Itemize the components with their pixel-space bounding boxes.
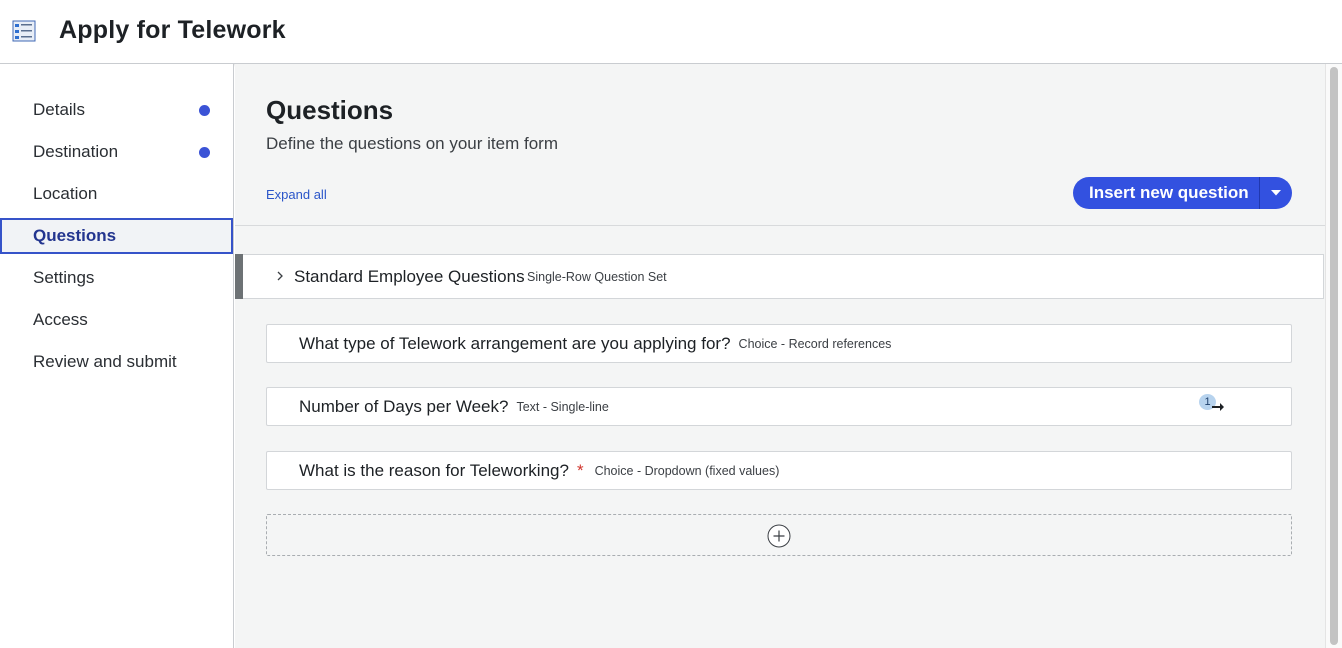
page-title: Apply for Telework	[59, 16, 286, 44]
app-header: Apply for Telework	[0, 0, 1342, 64]
sidebar-item-label: Access	[33, 310, 88, 329]
section-subtitle: Define the questions on your item form	[266, 134, 558, 153]
sidebar-item-label: Details	[33, 100, 85, 119]
form-icon	[12, 20, 36, 42]
question-row[interactable]: What type of Telework arrangement are yo…	[266, 324, 1292, 363]
question-set-title: Standard Employee Questions	[294, 267, 525, 286]
sidebar: Details Destination Location Questions S…	[0, 64, 234, 648]
question-label: What is the reason for Teleworking?	[299, 461, 569, 480]
question-label: What type of Telework arrangement are yo…	[299, 334, 731, 353]
sidebar-item-settings[interactable]: Settings	[0, 260, 233, 296]
question-label: Number of Days per Week?	[299, 397, 509, 416]
insert-new-question-button-group: Insert new question	[1073, 177, 1292, 209]
vertical-scrollbar[interactable]	[1325, 64, 1342, 648]
main-panel: Questions Define the questions on your i…	[235, 64, 1325, 648]
sidebar-item-label: Settings	[33, 268, 95, 287]
question-set-accent-bar	[235, 254, 243, 299]
chevron-right-icon[interactable]	[275, 270, 285, 282]
move-cursor-icon	[1212, 403, 1224, 411]
question-row[interactable]: Number of Days per Week? Text - Single-li…	[266, 387, 1292, 426]
section-title: Questions	[266, 95, 394, 125]
question-set-type: Single-Row Question Set	[527, 270, 667, 284]
question-label-wrapper: Number of Days per Week? Text - Single-li…	[299, 397, 609, 417]
status-dot	[199, 147, 210, 158]
question-label-wrapper: What type of Telework arrangement are yo…	[299, 334, 891, 354]
sidebar-item-details[interactable]: Details	[0, 92, 233, 128]
add-question-area[interactable]	[266, 514, 1292, 556]
expand-all-link[interactable]: Expand all	[266, 187, 327, 202]
required-marker: *	[576, 461, 584, 480]
sidebar-item-label: Location	[33, 184, 98, 203]
caret-down-icon	[1271, 190, 1281, 196]
scrollbar-thumb[interactable]	[1330, 67, 1338, 645]
status-dot	[199, 105, 210, 116]
question-type: Choice - Dropdown (fixed values)	[594, 464, 780, 478]
question-type: Text - Single-line	[516, 400, 609, 414]
sidebar-item-access[interactable]: Access	[0, 302, 233, 338]
divider	[235, 225, 1325, 226]
sidebar-item-location[interactable]: Location	[0, 176, 233, 212]
sidebar-item-destination[interactable]: Destination	[0, 134, 233, 170]
question-set-row[interactable]: Standard Employee Questions Single-Row Q…	[235, 254, 1324, 299]
question-label-wrapper: What is the reason for Teleworking? * Choi…	[299, 461, 779, 481]
sidebar-item-label: Destination	[33, 142, 119, 161]
insert-options-dropdown[interactable]	[1260, 177, 1292, 209]
sidebar-item-questions[interactable]: Questions	[0, 218, 233, 254]
question-type: Choice - Record references	[738, 337, 892, 351]
sidebar-item-label: Review and submit	[33, 352, 177, 371]
insert-new-question-button[interactable]: Insert new question	[1089, 183, 1249, 203]
add-circle-icon[interactable]	[767, 524, 791, 548]
question-row[interactable]: What is the reason for Teleworking? * Choi…	[266, 451, 1292, 490]
sidebar-item-label: Questions	[33, 226, 117, 245]
sidebar-item-review-and-submit[interactable]: Review and submit	[0, 344, 233, 380]
